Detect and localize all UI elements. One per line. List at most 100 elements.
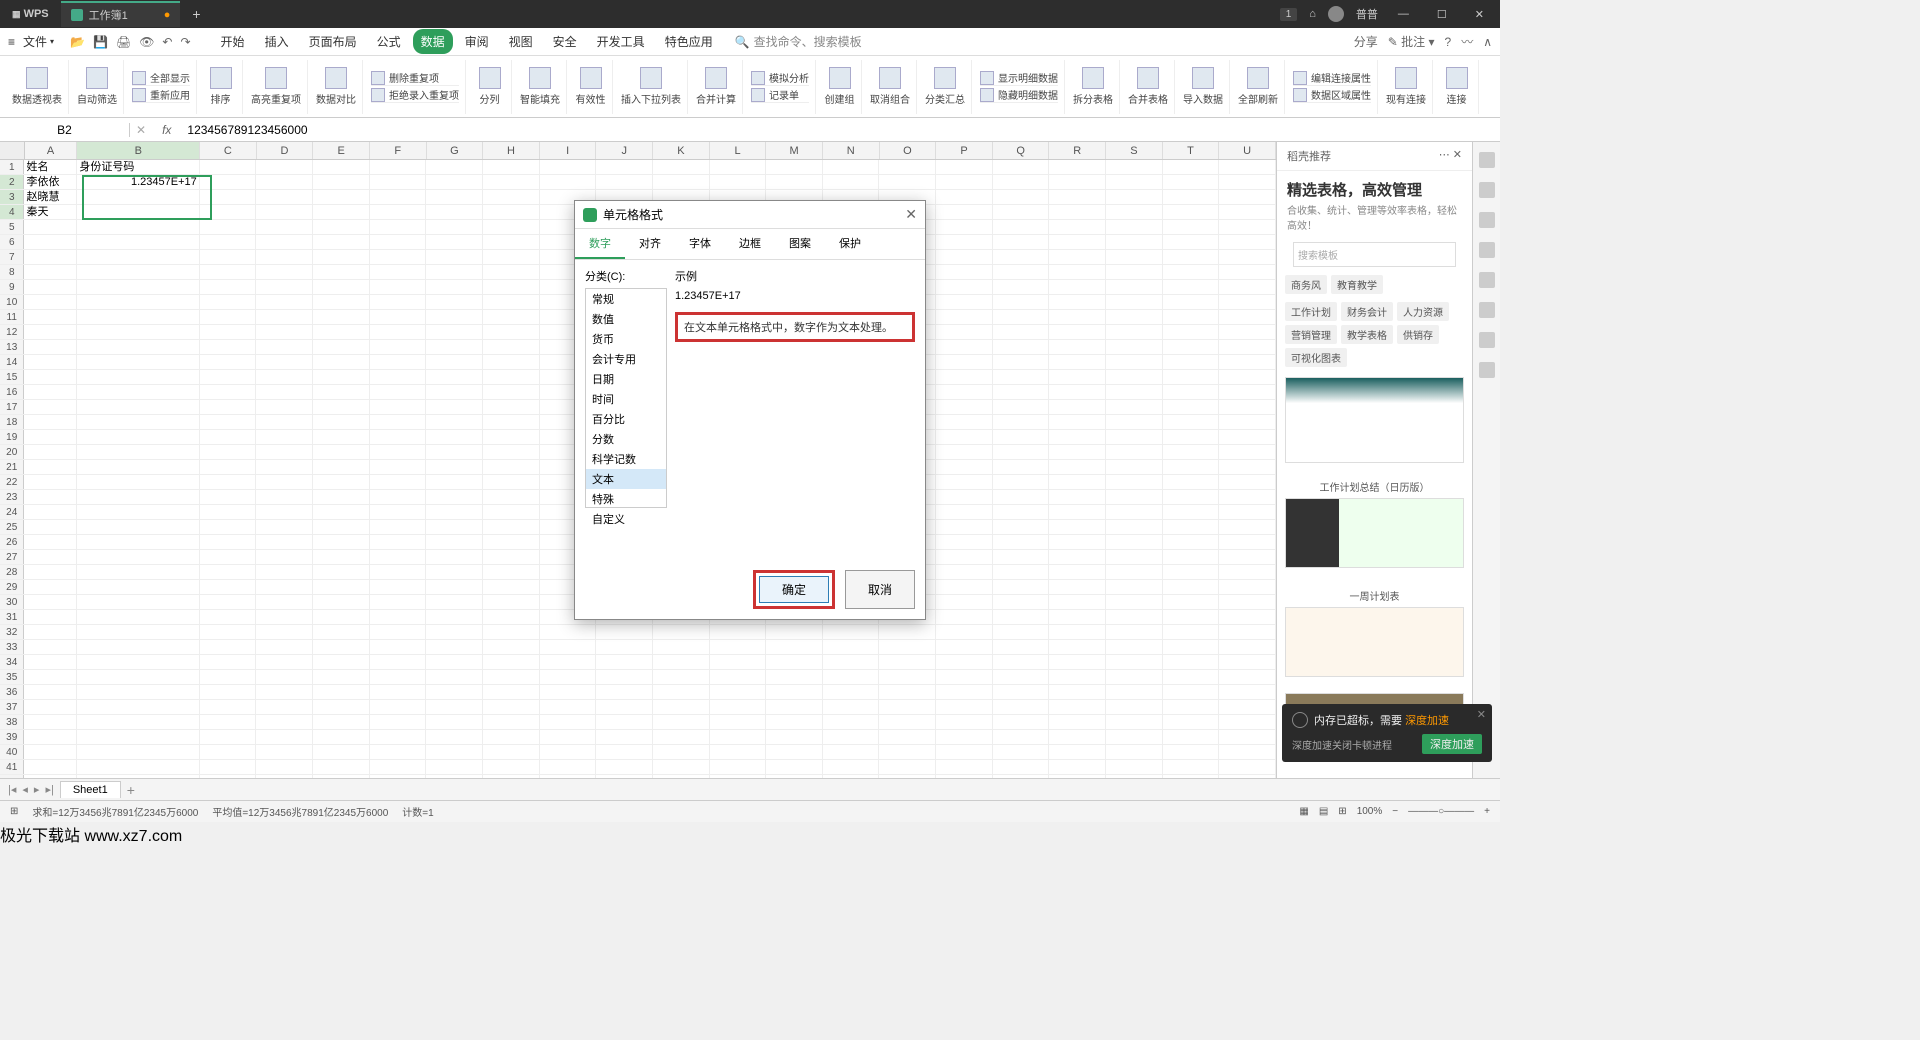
cell[interactable] xyxy=(426,205,483,219)
cell[interactable] xyxy=(540,655,597,669)
cell[interactable] xyxy=(1049,205,1106,219)
cell[interactable] xyxy=(1219,295,1276,309)
cell[interactable] xyxy=(1049,580,1106,594)
cell[interactable] xyxy=(426,640,483,654)
cell[interactable] xyxy=(313,415,370,429)
cell[interactable] xyxy=(1219,730,1276,744)
cell[interactable] xyxy=(936,205,993,219)
cell[interactable] xyxy=(370,505,427,519)
cell[interactable] xyxy=(823,655,880,669)
minimize-button[interactable]: — xyxy=(1390,8,1417,20)
row-header[interactable]: 33 xyxy=(0,640,24,654)
cell[interactable] xyxy=(1049,655,1106,669)
cell[interactable] xyxy=(200,760,257,774)
tab-dev[interactable]: 开发工具 xyxy=(589,29,653,54)
cell[interactable] xyxy=(483,160,540,174)
cell[interactable] xyxy=(1049,235,1106,249)
cell[interactable] xyxy=(879,175,936,189)
cell[interactable] xyxy=(200,295,257,309)
cell[interactable] xyxy=(936,250,993,264)
cell[interactable] xyxy=(653,640,710,654)
add-sheet-button[interactable]: + xyxy=(127,782,135,798)
row-header[interactable]: 14 xyxy=(0,355,24,369)
cell[interactable] xyxy=(313,475,370,489)
cell[interactable] xyxy=(313,340,370,354)
cell[interactable] xyxy=(1106,340,1163,354)
cell[interactable] xyxy=(313,640,370,654)
cell[interactable] xyxy=(483,265,540,279)
cell[interactable] xyxy=(993,760,1050,774)
cell[interactable] xyxy=(200,250,257,264)
cell[interactable] xyxy=(313,685,370,699)
col-header-U[interactable]: U xyxy=(1219,142,1276,159)
cell[interactable] xyxy=(370,610,427,624)
cell[interactable] xyxy=(1219,400,1276,414)
cell[interactable] xyxy=(370,550,427,564)
cell[interactable] xyxy=(370,385,427,399)
cell[interactable] xyxy=(596,685,653,699)
image-icon[interactable] xyxy=(1479,272,1495,288)
cell[interactable] xyxy=(1219,205,1276,219)
cell[interactable] xyxy=(823,685,880,699)
consolidate-button[interactable]: 合并计算 xyxy=(690,60,743,114)
cloud-icon[interactable]: ⌂ xyxy=(1309,8,1316,20)
col-header-D[interactable]: D xyxy=(257,142,314,159)
cell[interactable] xyxy=(596,715,653,729)
cell[interactable] xyxy=(1163,175,1220,189)
cell[interactable] xyxy=(256,295,313,309)
cell[interactable] xyxy=(370,190,427,204)
row-header[interactable]: 4 xyxy=(0,205,24,219)
cell[interactable] xyxy=(1106,565,1163,579)
cell[interactable] xyxy=(1106,325,1163,339)
cell[interactable] xyxy=(483,475,540,489)
cell[interactable] xyxy=(993,220,1050,234)
cell[interactable] xyxy=(1049,385,1106,399)
name-box[interactable]: B2 xyxy=(0,123,130,137)
cell[interactable] xyxy=(256,220,313,234)
col-header-M[interactable]: M xyxy=(766,142,823,159)
print-icon[interactable]: 🖨 xyxy=(116,35,131,49)
cell[interactable] xyxy=(1219,520,1276,534)
cell[interactable] xyxy=(77,385,199,399)
split-table-button[interactable]: 拆分表格 xyxy=(1067,60,1120,114)
subtotal-button[interactable]: 分类汇总 xyxy=(919,60,972,114)
cell[interactable] xyxy=(710,730,767,744)
cell[interactable] xyxy=(766,160,823,174)
cell[interactable] xyxy=(313,565,370,579)
cell[interactable] xyxy=(1106,490,1163,504)
cell[interactable] xyxy=(256,670,313,684)
cell[interactable] xyxy=(1163,775,1220,778)
cell[interactable] xyxy=(1163,655,1220,669)
view-break-icon[interactable]: ⊞ xyxy=(1338,806,1346,817)
cell[interactable] xyxy=(596,160,653,174)
cell[interactable] xyxy=(936,490,993,504)
cell[interactable] xyxy=(710,700,767,714)
row-header[interactable]: 35 xyxy=(0,670,24,684)
cell[interactable] xyxy=(1219,715,1276,729)
cell[interactable] xyxy=(200,310,257,324)
cell[interactable]: 1.23457E+17 xyxy=(77,175,199,189)
cell[interactable] xyxy=(483,400,540,414)
cell[interactable] xyxy=(993,190,1050,204)
cell[interactable] xyxy=(1106,625,1163,639)
cell[interactable] xyxy=(313,250,370,264)
category-item[interactable]: 时间 xyxy=(586,389,666,409)
cell[interactable] xyxy=(1049,595,1106,609)
connections-button[interactable]: 连接 xyxy=(1435,60,1479,114)
cell[interactable] xyxy=(77,355,199,369)
cell[interactable] xyxy=(1219,430,1276,444)
cell[interactable] xyxy=(766,760,823,774)
cell[interactable] xyxy=(540,670,597,684)
row-header[interactable]: 31 xyxy=(0,610,24,624)
cell[interactable] xyxy=(540,700,597,714)
cell[interactable] xyxy=(24,385,77,399)
cell[interactable] xyxy=(77,220,199,234)
col-header-A[interactable]: A xyxy=(25,142,78,159)
cell[interactable] xyxy=(540,685,597,699)
cell[interactable] xyxy=(426,715,483,729)
cell[interactable] xyxy=(426,355,483,369)
cell[interactable] xyxy=(200,700,257,714)
cell[interactable] xyxy=(256,400,313,414)
cell[interactable] xyxy=(77,730,199,744)
cell[interactable] xyxy=(313,310,370,324)
